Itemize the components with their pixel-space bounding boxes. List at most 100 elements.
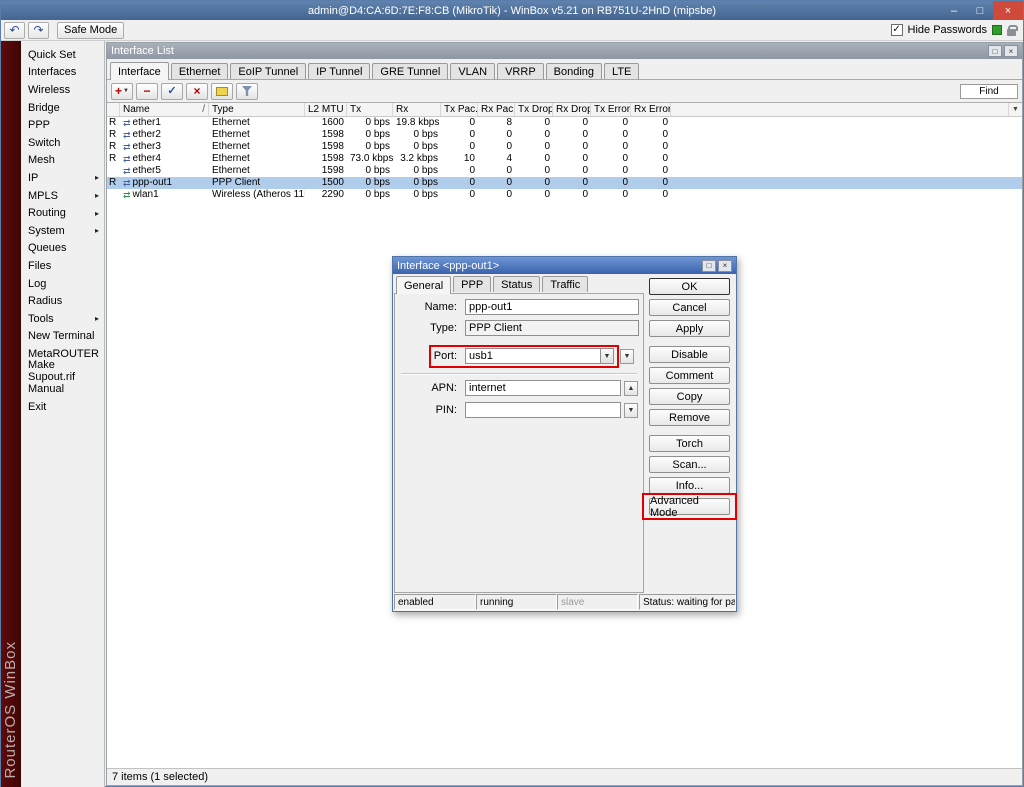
column-header-rx-errors[interactable]: Rx Errors — [631, 103, 671, 116]
column-header-rx-drops[interactable]: Rx Drops — [553, 103, 591, 116]
info-button[interactable]: Info... — [649, 477, 730, 494]
hide-passwords-checkbox[interactable]: ✓ — [891, 24, 903, 36]
table-row[interactable]: ⇄ether5 Ethernet 1598 0 bps 0 bps 0 0 0 … — [107, 165, 1022, 177]
sidebar-item-routing[interactable]: Routing▸ — [21, 204, 104, 222]
column-header-tx-pac[interactable]: Tx Pac... — [441, 103, 478, 116]
tab-ip-tunnel[interactable]: IP Tunnel — [308, 63, 370, 79]
column-header-type[interactable]: Type — [209, 103, 305, 116]
dialog-tab-traffic[interactable]: Traffic — [542, 276, 588, 292]
remove-button[interactable]: − — [136, 83, 158, 100]
column-header-tx[interactable]: Tx — [347, 103, 393, 116]
minimize-button[interactable]: – — [941, 1, 967, 20]
remove-button[interactable]: Remove — [649, 409, 730, 426]
table-row[interactable]: ⇄wlan1 Wireless (Atheros 11N) 2290 0 bps… — [107, 189, 1022, 201]
sidebar-item-mpls[interactable]: MPLS▸ — [21, 187, 104, 205]
sidebar-item-exit[interactable]: Exit — [21, 398, 104, 416]
comment-button[interactable] — [211, 83, 233, 100]
cell-name: ⇄ether5 — [120, 165, 209, 177]
redo-button[interactable]: ↷ — [28, 22, 49, 39]
sidebar-item-label: Queues — [28, 242, 67, 254]
port-spinner-button[interactable]: ▼ — [620, 349, 634, 364]
column-header-rx-pac[interactable]: Rx Pac... — [478, 103, 515, 116]
column-header-l2mtu[interactable]: L2 MTU — [305, 103, 347, 116]
disable-button[interactable]: × — [186, 83, 208, 100]
filter-button[interactable] — [236, 83, 258, 100]
table-row[interactable]: R ⇄ether3 Ethernet 1598 0 bps 0 bps 0 0 … — [107, 141, 1022, 153]
apn-up-button[interactable]: ▲ — [624, 381, 638, 396]
tab-vlan[interactable]: VLAN — [450, 63, 495, 79]
sidebar-item-switch[interactable]: Switch — [21, 134, 104, 152]
port-dropdown-button[interactable]: ▼ — [601, 348, 614, 364]
sidebar-item-make-supout[interactable]: Make Supout.rif — [21, 363, 104, 381]
sidebar-item-queues[interactable]: Queues — [21, 240, 104, 258]
apn-field[interactable]: internet — [465, 380, 621, 396]
find-button[interactable]: Find — [960, 84, 1018, 99]
dialog-body: General PPP Status Traffic Name: ppp-out… — [393, 274, 736, 611]
tab-interface[interactable]: Interface — [110, 62, 169, 80]
tab-gre-tunnel[interactable]: GRE Tunnel — [372, 63, 448, 79]
sidebar-item-system[interactable]: System▸ — [21, 222, 104, 240]
column-header-tx-drops[interactable]: Tx Drops — [515, 103, 553, 116]
advanced-mode-button[interactable]: Advanced Mode — [649, 498, 730, 515]
sidebar-item-mesh[interactable]: Mesh — [21, 152, 104, 170]
dialog-maximize-button[interactable]: □ — [702, 260, 716, 272]
dialog-close-button[interactable]: × — [718, 260, 732, 272]
dialog-tab-ppp[interactable]: PPP — [453, 276, 491, 292]
sidebar-item-ip[interactable]: IP▸ — [21, 169, 104, 187]
sidebar-item-files[interactable]: Files — [21, 257, 104, 275]
name-field[interactable]: ppp-out1 — [465, 299, 639, 315]
tab-ethernet[interactable]: Ethernet — [171, 63, 229, 79]
cancel-button[interactable]: Cancel — [649, 299, 730, 316]
enable-button[interactable]: ✓ — [161, 83, 183, 100]
pin-down-button[interactable]: ▼ — [624, 403, 638, 418]
sidebar-item-label: New Terminal — [28, 330, 94, 342]
undo-button[interactable]: ↶ — [4, 22, 25, 39]
sidebar-item-new-terminal[interactable]: New Terminal — [21, 328, 104, 346]
interface-list-close-button[interactable]: × — [1004, 45, 1018, 57]
dialog-tab-status[interactable]: Status — [493, 276, 540, 292]
interface-list-maximize-button[interactable]: □ — [988, 45, 1002, 57]
cell-type: Ethernet — [209, 165, 305, 177]
copy-button[interactable]: Copy — [649, 388, 730, 405]
sidebar-item-log[interactable]: Log — [21, 275, 104, 293]
window-titlebar: admin@D4:CA:6D:7E:F8:CB (MikroTik) - Win… — [1, 1, 1023, 20]
sidebar-item-interfaces[interactable]: Interfaces — [21, 64, 104, 82]
table-row[interactable]: R ⇄ether2 Ethernet 1598 0 bps 0 bps 0 0 … — [107, 129, 1022, 141]
tab-vrrp[interactable]: VRRP — [497, 63, 544, 79]
port-select[interactable]: usb1 — [465, 348, 601, 364]
sidebar-item-quick-set[interactable]: Quick Set — [21, 46, 104, 64]
maximize-button[interactable]: □ — [967, 1, 993, 20]
disable-button[interactable]: Disable — [649, 346, 730, 363]
pin-field[interactable] — [465, 402, 621, 418]
close-button[interactable]: × — [993, 1, 1023, 20]
column-chooser-button[interactable]: ▼ — [1008, 103, 1022, 116]
ok-button[interactable]: OK — [649, 278, 730, 295]
interface-dialog: Interface <ppp-out1> □ × General PPP Sta… — [392, 256, 737, 612]
scan-button[interactable]: Scan... — [649, 456, 730, 473]
comment-button[interactable]: Comment — [649, 367, 730, 384]
tab-bonding[interactable]: Bonding — [546, 63, 602, 79]
interface-name: ppp-out1 — [133, 177, 172, 189]
sidebar-item-ppp[interactable]: PPP — [21, 116, 104, 134]
dialog-tab-general[interactable]: General — [396, 276, 451, 294]
column-header-rx[interactable]: Rx — [393, 103, 441, 116]
sidebar-item-bridge[interactable]: Bridge — [21, 99, 104, 117]
add-button[interactable]: + ▼ — [111, 83, 133, 100]
apply-button[interactable]: Apply — [649, 320, 730, 337]
table-row-selected[interactable]: R ⇄ppp-out1 PPP Client 1500 0 bps 0 bps … — [107, 177, 1022, 189]
cell-tx-pac: 0 — [441, 141, 478, 153]
tab-lte[interactable]: LTE — [604, 63, 639, 79]
safe-mode-button[interactable]: Safe Mode — [57, 22, 124, 39]
sidebar-item-wireless[interactable]: Wireless — [21, 81, 104, 99]
tab-eoip-tunnel[interactable]: EoIP Tunnel — [230, 63, 306, 79]
column-header-tx-errors[interactable]: Tx Errors — [591, 103, 631, 116]
torch-button[interactable]: Torch — [649, 435, 730, 452]
cell-rx-errors: 0 — [631, 141, 671, 153]
sidebar-item-tools[interactable]: Tools▸ — [21, 310, 104, 328]
hide-passwords-label[interactable]: Hide Passwords — [908, 24, 987, 36]
ethernet-interface-icon: ⇄ — [123, 119, 131, 128]
table-row[interactable]: R ⇄ether4 Ethernet 1598 73.0 kbps 3.2 kb… — [107, 153, 1022, 165]
sidebar-item-radius[interactable]: Radius — [21, 292, 104, 310]
column-header-name[interactable]: Name / — [120, 103, 209, 116]
table-row[interactable]: R ⇄ether1 Ethernet 1600 0 bps 19.8 kbps … — [107, 117, 1022, 129]
